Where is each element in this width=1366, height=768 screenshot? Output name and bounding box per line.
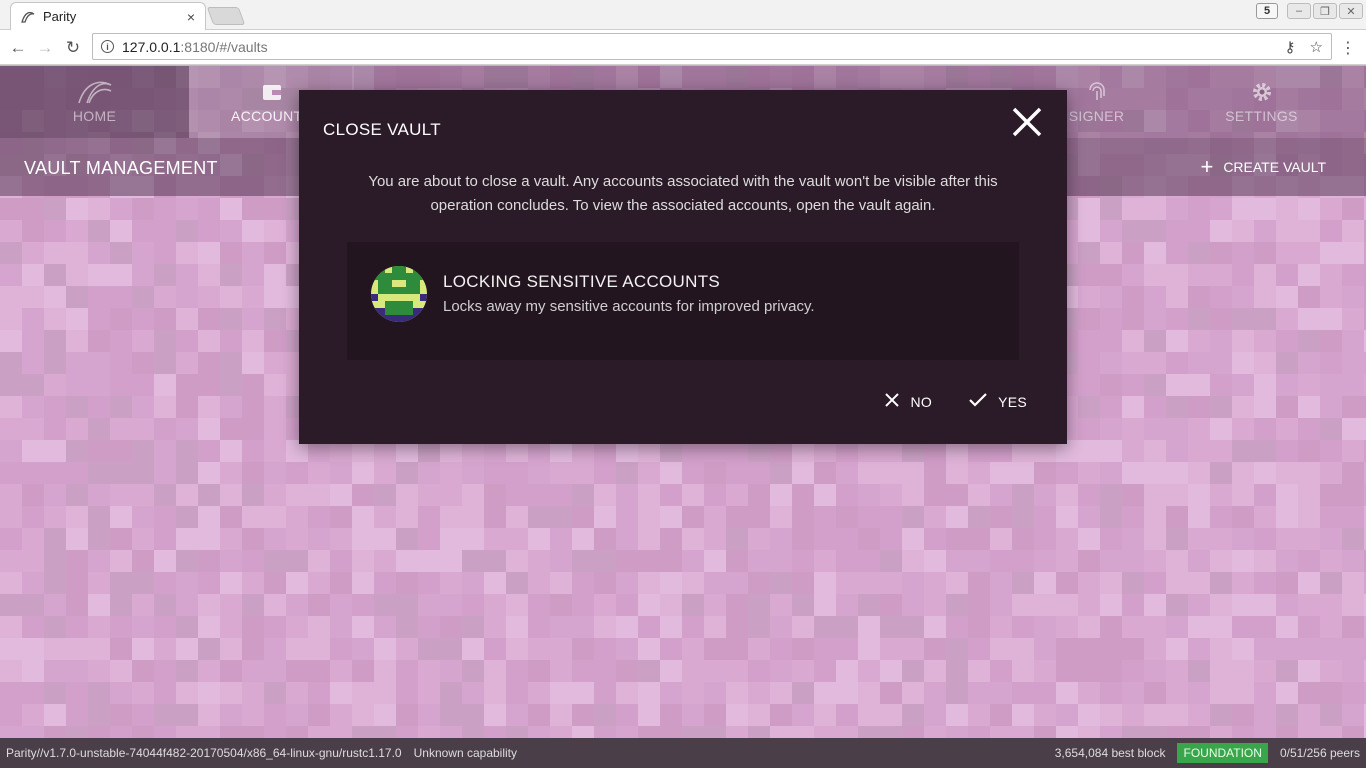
yes-button[interactable]: YES xyxy=(968,392,1027,411)
best-block: 3,654,084 best block xyxy=(1054,746,1166,760)
url-host: 127.0.0.1 xyxy=(122,38,181,55)
dialog-title: CLOSE VAULT xyxy=(323,120,441,139)
gear-icon xyxy=(1250,78,1274,106)
nav-settings-label: SETTINGS xyxy=(1225,108,1298,124)
yes-label: YES xyxy=(998,393,1027,410)
plus-icon: + xyxy=(1200,154,1214,179)
page-title: VAULT MANAGEMENT xyxy=(24,158,218,178)
wallet-icon xyxy=(261,78,283,106)
no-label: NO xyxy=(910,393,933,410)
vault-name: LOCKING SENSITIVE ACCOUNTS xyxy=(443,272,721,291)
close-vault-dialog: CLOSE VAULT You are about to close a vau… xyxy=(299,90,1067,444)
status-bar: Parity//v1.7.0-unstable-74044f482-201705… xyxy=(0,738,1366,768)
browser-toolbar: ← → ↻ i 127.0.0.1:8180/#/vaults ⚷ ☆ ⋮ xyxy=(0,30,1366,65)
browser-menu-icon[interactable]: ⋮ xyxy=(1340,38,1356,58)
new-tab-button[interactable] xyxy=(206,7,246,25)
nav-signer-label: SIGNER xyxy=(1068,108,1125,124)
no-button[interactable]: NO xyxy=(884,392,932,411)
url-path: :8180/#/vaults xyxy=(180,38,268,55)
reload-icon[interactable]: ↻ xyxy=(63,38,83,58)
check-icon xyxy=(968,392,988,411)
vault-description: Locks away my sensitive accounts for imp… xyxy=(443,298,815,315)
extension-icon[interactable]: 5 xyxy=(1256,3,1278,19)
fingerprint-icon xyxy=(1086,78,1108,106)
info-icon[interactable]: i xyxy=(101,40,114,53)
dialog-message: You are about to close a vault. Any acco… xyxy=(368,173,998,214)
x-icon xyxy=(884,392,900,411)
window-close-icon[interactable]: ✕ xyxy=(1339,3,1363,19)
forward-icon[interactable]: → xyxy=(35,38,55,58)
dialog-actions: NO YES xyxy=(884,392,1027,411)
browser-tabstrip: Parity × 5 – ❐ ✕ xyxy=(0,0,1366,30)
vault-identicon xyxy=(371,266,427,322)
close-icon[interactable] xyxy=(1011,106,1043,138)
tab-close-icon[interactable]: × xyxy=(187,9,195,25)
parity-favicon-icon xyxy=(21,10,35,24)
restore-icon[interactable]: ❐ xyxy=(1313,3,1337,19)
create-vault-label: CREATE VAULT xyxy=(1223,159,1326,175)
address-bar[interactable]: i 127.0.0.1:8180/#/vaults ⚷ ☆ xyxy=(92,33,1332,60)
nav-home[interactable]: HOME xyxy=(0,66,189,138)
parity-logo-icon xyxy=(75,78,115,106)
key-icon[interactable]: ⚷ xyxy=(1285,38,1296,56)
minimize-icon[interactable]: – xyxy=(1287,3,1311,19)
browser-tab[interactable]: Parity × xyxy=(10,2,206,30)
vault-card: LOCKING SENSITIVE ACCOUNTS Locks away my… xyxy=(347,242,1019,360)
tab-title: Parity xyxy=(43,9,77,24)
back-icon[interactable]: ← xyxy=(8,38,28,58)
nav-settings[interactable]: SETTINGS xyxy=(1179,66,1344,138)
parity-app: HOME ACCOUNTS SIGNER SETTINGS VAULT MANA… xyxy=(0,66,1366,738)
peer-count: 0/51/256 peers xyxy=(1279,746,1360,760)
bookmark-star-icon[interactable]: ☆ xyxy=(1310,38,1323,56)
version-string: Parity//v1.7.0-unstable-74044f482-201705… xyxy=(6,746,402,760)
chain-badge: FOUNDATION xyxy=(1177,743,1268,763)
create-vault-button[interactable]: + CREATE VAULT xyxy=(1200,154,1326,179)
capability-status: Unknown capability xyxy=(413,746,517,760)
nav-home-label: HOME xyxy=(72,108,117,124)
